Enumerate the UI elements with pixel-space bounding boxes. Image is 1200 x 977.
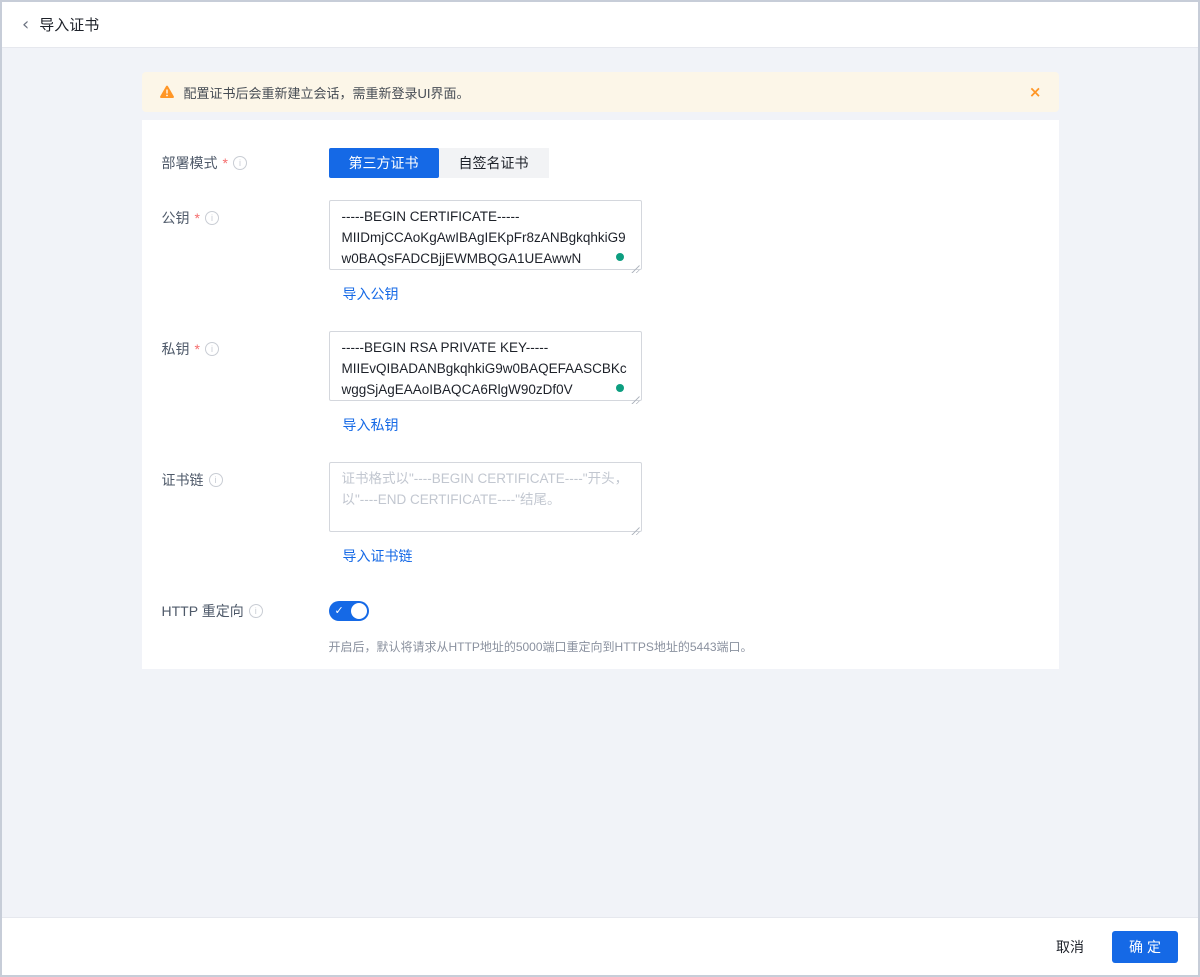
public-key-label: 公钥 *: [162, 200, 329, 304]
check-icon: ✓: [335, 604, 344, 618]
import-cert-chain-link[interactable]: 导入证书链: [343, 547, 413, 565]
private-key-textarea-wrap: -----BEGIN RSA PRIVATE KEY----- MIIEvQIB…: [329, 331, 642, 406]
page-title: 导入证书: [39, 14, 99, 35]
content-area: 配置证书后会重新建立会话，需重新登录UI界面。 × 部署模式 * 第三方证书 自…: [142, 72, 1059, 669]
deploy-mode-option-third-party[interactable]: 第三方证书: [329, 148, 439, 178]
import-certificate-page: ‹ 导入证书 配置证书后会重新建立会话，需重新登录UI界面。 × 部署: [0, 0, 1200, 977]
info-icon[interactable]: [205, 211, 219, 225]
cancel-button[interactable]: 取消: [1052, 931, 1088, 963]
http-redirect-row: HTTP 重定向 ✓ 开启后，默认将请求从HTTP地址的5000端口重定向到HT…: [162, 601, 1059, 656]
cert-chain-control: 导入证书链: [329, 462, 642, 566]
import-private-key-link[interactable]: 导入私钥: [343, 416, 399, 434]
confirm-button[interactable]: 确定: [1112, 931, 1178, 963]
cert-chain-textarea-wrap: [329, 462, 642, 537]
private-key-control: -----BEGIN RSA PRIVATE KEY----- MIIEvQIB…: [329, 331, 642, 435]
required-asterisk: *: [223, 153, 228, 173]
deploy-mode-label-text: 部署模式: [162, 153, 218, 173]
private-key-label: 私钥 *: [162, 331, 329, 435]
http-redirect-control: ✓ 开启后，默认将请求从HTTP地址的5000端口重定向到HTTPS地址的544…: [329, 601, 753, 656]
cert-chain-row: 证书链 导入证书链: [162, 462, 1059, 566]
public-key-textarea[interactable]: -----BEGIN CERTIFICATE----- MIIDmjCCAoKg…: [329, 200, 642, 270]
page-footer: 取消 确定: [2, 917, 1198, 975]
public-key-label-text: 公钥: [162, 208, 190, 228]
back-icon[interactable]: ‹: [22, 16, 29, 34]
cert-chain-textarea[interactable]: [329, 462, 642, 532]
http-redirect-label: HTTP 重定向: [162, 601, 329, 621]
warning-banner: 配置证书后会重新建立会话，需重新登录UI界面。 ×: [142, 72, 1059, 112]
cert-chain-label-text: 证书链: [162, 470, 204, 490]
http-redirect-toggle[interactable]: ✓: [329, 601, 369, 621]
deploy-mode-segmented-control: 第三方证书 自签名证书: [329, 148, 549, 178]
info-icon[interactable]: [233, 156, 247, 170]
private-key-row: 私钥 * -----BEGIN RSA PRIVATE KEY----- MII…: [162, 331, 1059, 435]
public-key-control: -----BEGIN CERTIFICATE----- MIIDmjCCAoKg…: [329, 200, 642, 304]
required-asterisk: *: [195, 208, 200, 228]
info-icon[interactable]: [209, 473, 223, 487]
form-card: 部署模式 * 第三方证书 自签名证书 公钥 *: [142, 120, 1059, 669]
deploy-mode-label: 部署模式 *: [162, 148, 329, 178]
warning-text: 配置证书后会重新建立会话，需重新登录UI界面。: [184, 83, 470, 102]
info-icon[interactable]: [205, 342, 219, 356]
import-public-key-link[interactable]: 导入公钥: [343, 285, 399, 303]
info-icon[interactable]: [249, 604, 263, 618]
http-redirect-help-text: 开启后，默认将请求从HTTP地址的5000端口重定向到HTTPS地址的5443端…: [329, 639, 753, 656]
public-key-row: 公钥 * -----BEGIN CERTIFICATE----- MIIDmjC…: [162, 200, 1059, 304]
toggle-knob: [351, 603, 367, 619]
private-key-label-text: 私钥: [162, 339, 190, 359]
valid-status-dot: [616, 384, 624, 392]
public-key-textarea-wrap: -----BEGIN CERTIFICATE----- MIIDmjCCAoKg…: [329, 200, 642, 275]
deploy-mode-row: 部署模式 * 第三方证书 自签名证书: [162, 148, 1059, 178]
http-redirect-label-text: HTTP 重定向: [162, 601, 244, 621]
valid-status-dot: [616, 253, 624, 261]
required-asterisk: *: [195, 339, 200, 359]
page-header: ‹ 导入证书: [2, 2, 1198, 48]
cert-chain-label: 证书链: [162, 462, 329, 566]
deploy-mode-option-self-signed[interactable]: 自签名证书: [439, 148, 549, 178]
warning-icon: [159, 84, 175, 100]
private-key-textarea[interactable]: -----BEGIN RSA PRIVATE KEY----- MIIEvQIB…: [329, 331, 642, 401]
banner-close-icon[interactable]: ×: [1029, 85, 1042, 100]
page-body: 配置证书后会重新建立会话，需重新登录UI界面。 × 部署模式 * 第三方证书 自…: [2, 48, 1198, 917]
